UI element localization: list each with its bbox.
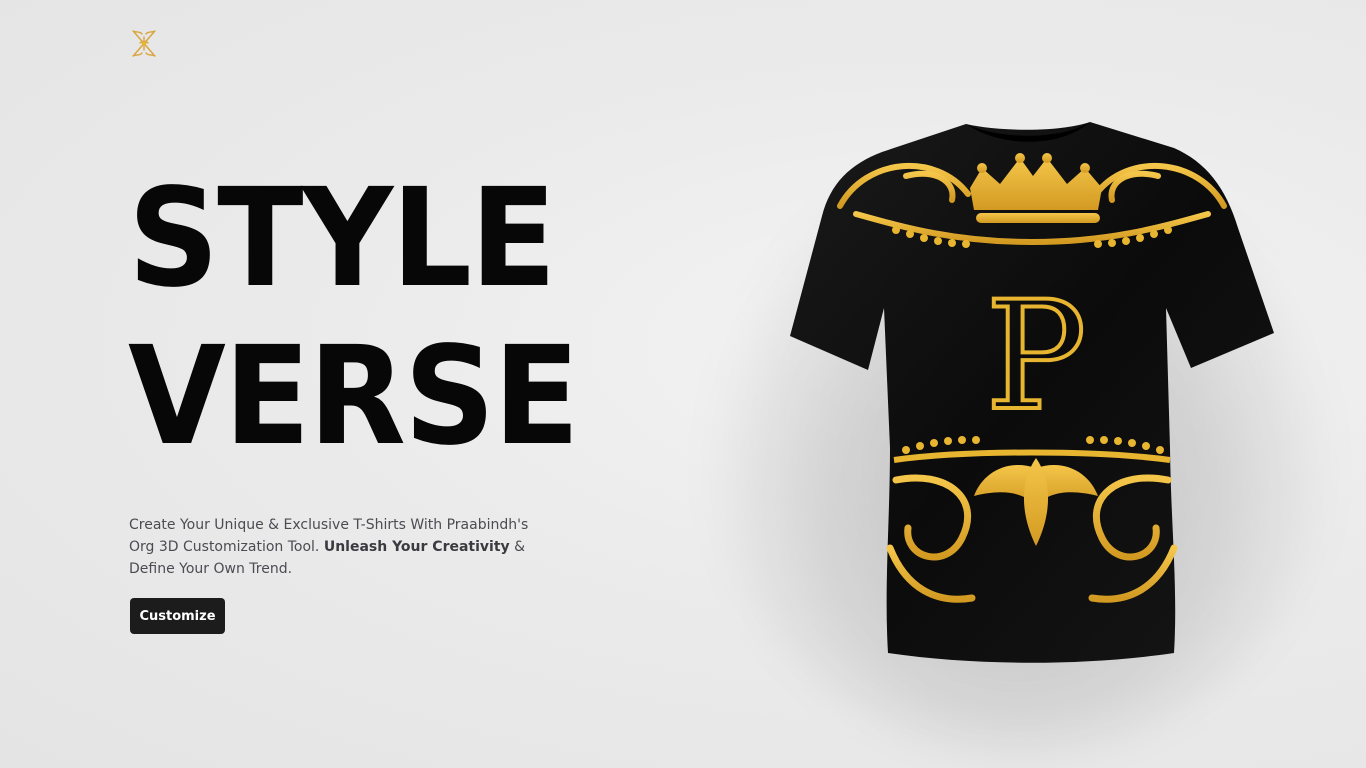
tagline-emphasis: Unleash Your Creativity: [323, 539, 510, 555]
hero-title-line-2: VERSE: [128, 318, 580, 476]
customize-button[interactable]: Customize: [130, 598, 225, 634]
monogram-letter: P: [986, 270, 1087, 444]
hero-title-line-1: STYLE: [128, 160, 557, 318]
tshirt-3d-preview[interactable]: P: [786, 118, 1278, 670]
hero-title: STYLE VERSE: [128, 160, 580, 476]
hero-tagline: Create Your Unique & Exclusive T-Shirts …: [129, 514, 529, 580]
brand-logo-icon[interactable]: [131, 29, 157, 58]
